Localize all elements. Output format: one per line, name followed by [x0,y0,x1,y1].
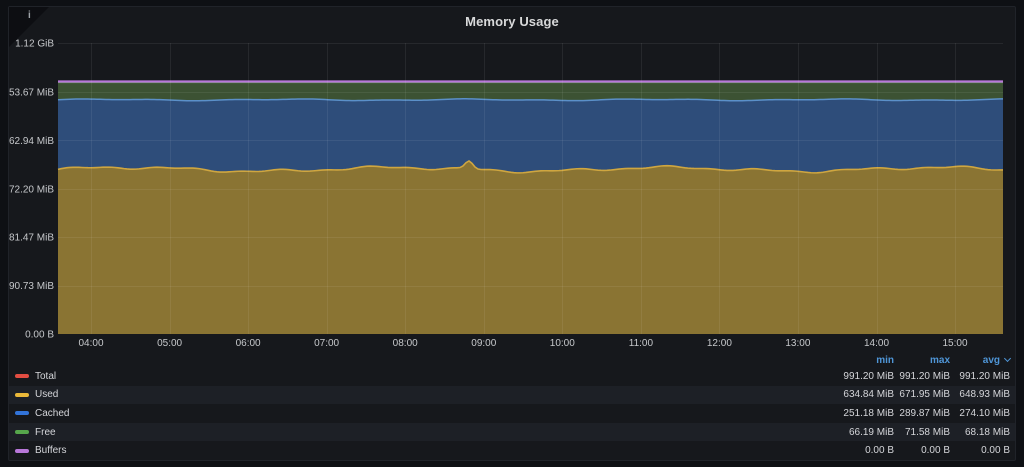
free-min-value: 66.19 MiB [814,427,894,438]
legend-row-total: Total 991.20 MiB 991.20 MiB 991.20 MiB [9,367,1015,386]
used-max-value: 671.95 MiB [894,389,950,400]
chevron-down-icon [1004,355,1011,362]
cached-avg-value: 274.10 MiB [950,408,1010,419]
cached-max-value: 289.87 MiB [894,408,950,419]
total-avg-value: 991.20 MiB [950,371,1010,382]
free-avg-value: 68.18 MiB [950,427,1010,438]
legend-row-free: Free 66.19 MiB 71.58 MiB 68.18 MiB [9,423,1015,442]
legend-label-buffers[interactable]: Buffers [35,445,67,456]
legend-sort-avg-label: avg [983,355,1000,366]
memory-usage-panel: i Memory Usage 0.00 B190.73 MiB381.47 Mi… [8,6,1016,461]
x-axis-tick: 06:00 [236,338,261,349]
legend-row-cached: Cached 251.18 MiB 289.87 MiB 274.10 MiB [9,404,1015,423]
x-axis-tick: 07:00 [314,338,339,349]
x-axis-tick: 12:00 [707,338,732,349]
total-series-color-dash[interactable] [15,374,29,378]
cached-min-value: 251.18 MiB [814,408,894,419]
buffers-avg-value: 0.00 B [950,445,1010,456]
x-axis-tick: 13:00 [785,338,810,349]
cached-series-color-dash[interactable] [15,411,29,415]
x-axis-tick: 14:00 [864,338,889,349]
legend-sort-avg[interactable]: avg [950,355,1010,366]
y-axis-tick: 1.12 GiB [15,39,54,50]
legend-row-buffers: Buffers 0.00 B 0.00 B 0.00 B [9,441,1015,460]
y-axis-tick: 381.47 MiB [9,233,54,244]
memory-usage-chart[interactable]: 0.00 B 190.73 MiB 381.47 MiB 572.20 MiB 762.… [9,7,1017,351]
used-avg-value: 648.93 MiB [950,389,1010,400]
free-series-color-dash[interactable] [15,430,29,434]
x-axis-tick: 09:00 [471,338,496,349]
buffers-series-color-dash[interactable] [15,449,29,453]
free-max-value: 71.58 MiB [894,427,950,438]
legend-label-used[interactable]: Used [35,389,58,400]
legend-table: min max avg Total 991.20 MiB 991.20 MiB … [9,353,1015,460]
legend-label-total[interactable]: Total [35,371,56,382]
used-min-value: 634.84 MiB [814,389,894,400]
legend-sort-max[interactable]: max [894,355,950,366]
used-area [58,161,1003,334]
legend-label-cached[interactable]: Cached [35,408,69,419]
x-axis-tick: 04:00 [78,338,103,349]
x-axis-tick: 05:00 [157,338,182,349]
legend-label-free[interactable]: Free [35,427,56,438]
y-axis-tick: 0.00 B [25,330,54,341]
legend-header-row: min max avg [9,353,1015,367]
total-max-value: 991.20 MiB [894,371,950,382]
x-axis-tick: 10:00 [550,338,575,349]
y-axis-tick: 572.20 MiB [9,184,54,195]
x-axis-tick: 15:00 [942,338,967,349]
x-axis-tick: 08:00 [393,338,418,349]
buffers-min-value: 0.00 B [814,445,894,456]
used-series-color-dash[interactable] [15,393,29,397]
y-axis-tick: 953.67 MiB [9,88,54,99]
y-axis-tick: 762.94 MiB [9,136,54,147]
x-axis-tick: 11:00 [629,338,654,349]
free-area [58,83,1003,101]
y-axis-tick: 190.73 MiB [9,281,54,292]
total-min-value: 991.20 MiB [814,371,894,382]
legend-sort-min[interactable]: min [814,355,894,366]
legend-row-used: Used 634.84 MiB 671.95 MiB 648.93 MiB [9,386,1015,405]
cached-area [58,99,1003,173]
buffers-max-value: 0.00 B [894,445,950,456]
